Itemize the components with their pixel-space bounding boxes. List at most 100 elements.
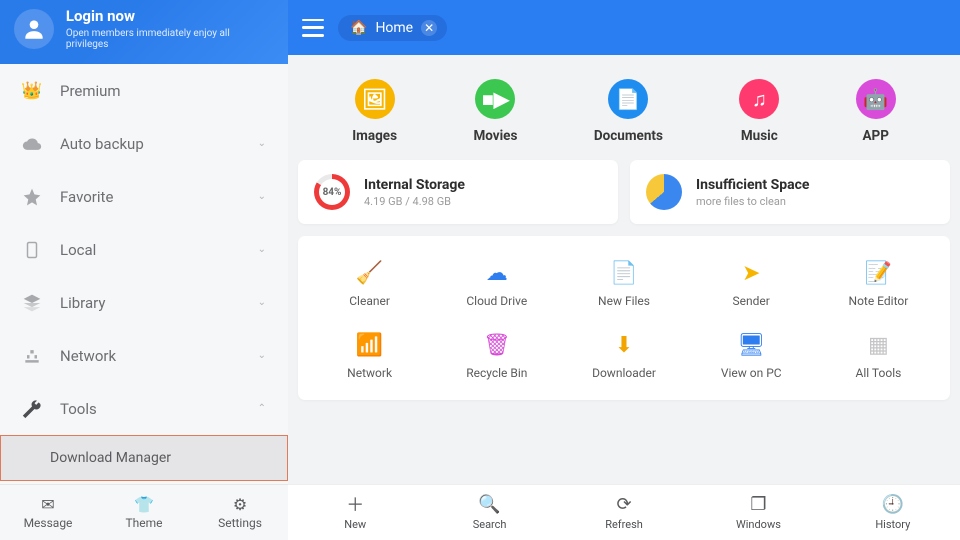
tool-sender[interactable]: ➤ Sender [688,250,815,322]
tool-all-tools[interactable]: ▦ All Tools [815,322,942,394]
music-icon: ♫ [739,79,779,119]
category-documents[interactable]: 📄 Documents [594,79,663,144]
sidebar: Login now Open members immediately enjoy… [0,0,288,540]
sidebar-bottom-label: Settings [218,516,262,530]
storage-percent: 84% [319,179,345,205]
search-icon: 🔍 [478,494,500,514]
bottom-search[interactable]: 🔍 Search [422,485,556,540]
settings-icon: ⚙ [233,495,247,513]
pie-icon [646,174,682,210]
cloud-drive-icon: ☁ [486,260,508,286]
content: 🖼 Images ■▶ Movies 📄 Documents ♫ Music 🤖 APP… [288,55,960,484]
bottom-history[interactable]: 🕘 History [826,485,960,540]
sidebar-bottom-label: Theme [125,516,162,530]
category-label: Music [741,128,778,144]
sidebar-bottom-message[interactable]: ✉ Message [0,485,96,540]
bottom-label: Windows [736,518,781,531]
tool-label: Recycle Bin [466,366,527,380]
category-movies[interactable]: ■▶ Movies [473,79,517,144]
images-icon: 🖼 [355,79,395,119]
sidebar-item-network[interactable]: Network ⌄ [0,329,288,382]
sidebar-bottom-settings[interactable]: ⚙ Settings [192,485,288,540]
documents-icon: 📄 [608,79,648,119]
crown-icon: 👑 [22,81,42,101]
bottom-label: Refresh [605,518,643,531]
storage-internal-title: Internal Storage [364,177,465,193]
tool-note-editor[interactable]: 📝 Note Editor [815,250,942,322]
tool-label: View on PC [721,366,782,380]
cloud-icon [22,134,42,154]
sidebar-item-download-manager[interactable]: Download Manager [0,435,288,481]
category-music[interactable]: ♫ Music [739,79,779,144]
sender-icon: ➤ [742,260,760,286]
tool-label: Cloud Drive [466,294,527,308]
chevron-down-icon: ⌄ [258,297,266,308]
login-banner[interactable]: Login now Open members immediately enjoy… [0,0,288,64]
storage-internal[interactable]: 84% Internal Storage 4.19 GB / 4.98 GB [298,160,618,224]
sidebar-bottom: ✉ Message👕 Theme⚙ Settings [0,484,288,540]
category-label: Movies [473,128,517,144]
recycle-bin-icon: 🗑 [483,332,511,358]
bottom-new[interactable]: ＋ New [288,485,422,540]
storage-percent-icon: 84% [314,174,350,210]
chevron-up-icon: ⌃ [258,403,266,414]
storage-insufficient-title: Insufficient Space [696,177,809,193]
star-icon [22,187,42,207]
chevron-down-icon: ⌄ [258,138,266,149]
tab-label: Home [375,20,413,36]
movies-icon: ■▶ [475,79,515,119]
phone-icon [22,240,42,260]
downloader-icon: ⬇ [615,332,633,358]
tool-network[interactable]: 📶 Network [306,322,433,394]
new-files-icon: 📄 [610,260,637,286]
tool-recycle-bin[interactable]: 🗑 Recycle Bin [433,322,560,394]
sidebar-item-premium[interactable]: 👑 Premium [0,64,288,117]
category-images[interactable]: 🖼 Images [352,79,397,144]
network-icon [22,346,42,366]
sidebar-item-label: Tools [60,400,97,418]
storage-internal-sub: 4.19 GB / 4.98 GB [364,195,465,208]
sidebar-bottom-label: Message [24,516,73,530]
sidebar-item-label: Favorite [60,188,113,206]
sidebar-bottom-theme[interactable]: 👕 Theme [96,485,192,540]
sidebar-item-library[interactable]: Library ⌄ [0,276,288,329]
sidebar-item-auto-backup[interactable]: Auto backup ⌄ [0,117,288,170]
tool-view-on-pc[interactable]: 🖥 View on PC [688,322,815,394]
tools-row-1: 🧹 Cleaner☁ Cloud Drive📄 New Files➤ Sende… [306,250,942,322]
tool-new-files[interactable]: 📄 New Files [560,250,687,322]
sidebar-item-local[interactable]: Local ⌄ [0,223,288,276]
sidebar-item-label: Download Manager [50,450,171,466]
category-app[interactable]: 🤖 APP [856,79,896,144]
network-icon: 📶 [356,332,383,358]
sidebar-item-tools[interactable]: Tools ⌃ [0,382,288,435]
login-title: Login now [66,6,274,27]
sidebar-item-label: Library [60,294,105,312]
tab-home[interactable]: 🏠 Home ✕ [338,15,447,41]
bottom-refresh[interactable]: ⟳ Refresh [557,485,691,540]
tool-downloader[interactable]: ⬇ Downloader [560,322,687,394]
tool-cleaner[interactable]: 🧹 Cleaner [306,250,433,322]
tool-label: New Files [598,294,650,308]
category-row: 🖼 Images ■▶ Movies 📄 Documents ♫ Music 🤖 APP [298,55,950,154]
bottom-windows[interactable]: ❐ Windows [691,485,825,540]
category-label: APP [862,128,888,144]
theme-icon: 👕 [134,495,154,513]
storage-insufficient[interactable]: Insufficient Space more files to clean [630,160,950,224]
bottom-label: History [875,518,910,531]
close-tab-icon[interactable]: ✕ [421,20,437,36]
home-icon: 🏠 [350,20,367,36]
wrench-icon [22,399,42,419]
tool-label: Sender [733,294,770,308]
sidebar-list: 👑 Premium Auto backup ⌄ Favorite ⌄ Local… [0,64,288,484]
sidebar-item-favorite[interactable]: Favorite ⌄ [0,170,288,223]
avatar-icon [14,9,54,49]
history-icon: 🕘 [882,494,904,514]
category-label: Images [352,128,397,144]
app-icon: 🤖 [856,79,896,119]
menu-icon[interactable] [302,19,324,37]
login-subtitle: Open members immediately enjoy all privi… [66,28,274,50]
chevron-down-icon: ⌄ [258,244,266,255]
tool-cloud-drive[interactable]: ☁ Cloud Drive [433,250,560,322]
main-bottom-bar: ＋ New🔍 Search⟳ Refresh❐ Windows🕘 History [288,484,960,540]
category-label: Documents [594,128,663,144]
